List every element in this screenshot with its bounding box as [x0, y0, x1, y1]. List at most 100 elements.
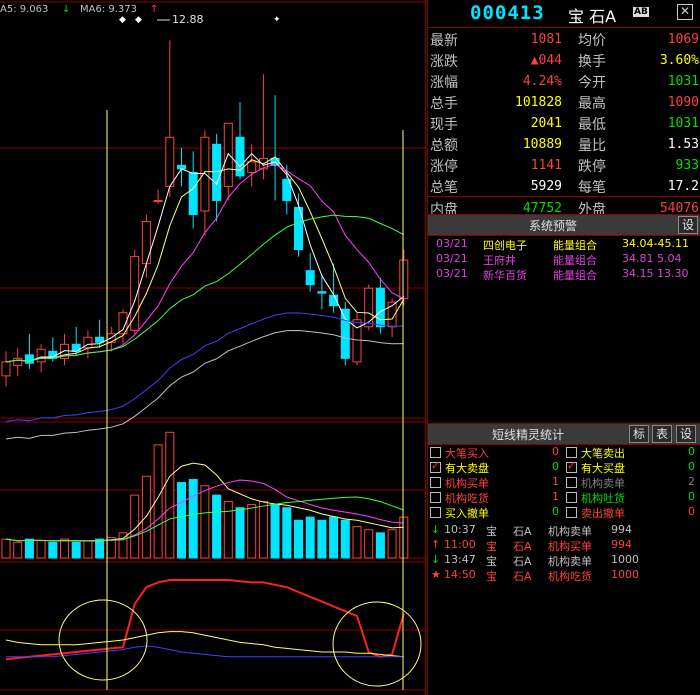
volume-bar[interactable]	[235, 507, 245, 559]
candle-body[interactable]	[13, 357, 23, 366]
volume-bar[interactable]	[387, 529, 397, 559]
candle-body[interactable]	[188, 171, 198, 215]
tick-stock: 宝	[486, 555, 497, 568]
quote-label: 每笔	[578, 180, 606, 196]
candle-body[interactable]	[340, 308, 350, 359]
candle-body[interactable]	[364, 287, 374, 328]
elf-table-button[interactable]: 表	[652, 425, 672, 443]
candle-body[interactable]	[317, 291, 327, 294]
checkbox[interactable]	[430, 477, 441, 488]
checkbox[interactable]	[566, 477, 577, 488]
elf-tick-row[interactable]: ★ 14:50 宝 石A 机构吃货 1000	[428, 568, 700, 583]
checkbox[interactable]	[566, 507, 577, 518]
candle-body[interactable]	[375, 287, 385, 328]
elf-stat[interactable]: 大笔买入 0	[428, 445, 562, 460]
volume-bar[interactable]	[340, 519, 350, 559]
volume-bar[interactable]	[13, 541, 23, 559]
candle-body[interactable]	[71, 343, 81, 352]
elf-stat-count: 2	[688, 475, 695, 488]
elf-mark-button[interactable]: 标	[629, 425, 649, 443]
elf-stat[interactable]: 卖出撤单 0	[564, 505, 698, 520]
elf-stat[interactable]: 机构吐货 0	[564, 490, 698, 505]
checkbox[interactable]	[566, 492, 577, 503]
volume-bar[interactable]	[247, 504, 257, 559]
elf-stat[interactable]: 机构卖单 2	[564, 475, 698, 490]
checkbox[interactable]	[430, 492, 441, 503]
alert-settings-button[interactable]: 设	[678, 216, 698, 234]
alert-panel-header: 系统预警 设	[428, 214, 700, 236]
alert-row[interactable]: 03/21 新华百货 能量组合 34.15 13.30	[428, 266, 700, 282]
ab-badge[interactable]: AB	[633, 7, 649, 17]
volume-bar[interactable]	[270, 504, 280, 559]
elf-stat[interactable]: 买入撤单 0	[428, 505, 562, 520]
volume-bar[interactable]	[317, 519, 327, 559]
event-marker-icon[interactable]: ✦	[273, 15, 281, 25]
volume-bar[interactable]	[141, 475, 151, 559]
candle-body[interactable]	[153, 199, 163, 202]
quote-label: 总笔	[430, 180, 458, 196]
elf-tick-row[interactable]: ↑ 11:00 宝 石A 机构买单 994	[428, 538, 700, 553]
candle-body[interactable]	[36, 348, 46, 363]
candle-body[interactable]	[305, 270, 315, 286]
elf-stat[interactable]: 有大卖盘 0	[428, 459, 562, 475]
volume-bar[interactable]	[305, 516, 315, 559]
volume-bar[interactable]	[188, 478, 198, 559]
elf-stat[interactable]: 机构吃货 1	[428, 490, 562, 505]
volume-bar[interactable]	[24, 538, 34, 559]
candlestick-chart[interactable]: A5: 9.063 ↓ MA6: 9.373 ↑ 12.88 ◆ ◆ ✦	[0, 0, 426, 695]
candle-body[interactable]	[1, 361, 11, 377]
quote-label: 总手	[430, 96, 458, 112]
candle-body[interactable]	[165, 136, 175, 187]
volume-bar[interactable]	[258, 500, 268, 559]
volume-bar[interactable]	[36, 540, 46, 559]
tick-volume: 994	[611, 523, 632, 536]
quote-row: 涨幅 4.24% 今开 1031	[428, 70, 700, 91]
volume-bar[interactable]	[212, 494, 222, 559]
volume-bar[interactable]	[364, 529, 374, 559]
close-icon[interactable]: ✕	[677, 4, 693, 20]
elf-tick-row[interactable]: ↓ 10:37 宝 石A 机构卖单 994	[428, 523, 700, 538]
checkbox[interactable]	[430, 459, 441, 473]
candle-body[interactable]	[141, 221, 151, 265]
candle-body[interactable]	[247, 161, 257, 173]
alert-range: 34.04-45.11	[622, 237, 689, 250]
checkbox[interactable]	[566, 459, 577, 473]
volume-bar[interactable]	[165, 431, 175, 559]
volume-bar[interactable]	[71, 541, 81, 559]
volume-bar[interactable]	[95, 538, 105, 559]
volume-bar[interactable]	[48, 541, 58, 559]
checkbox[interactable]	[430, 447, 441, 458]
checkbox[interactable]	[430, 507, 441, 518]
elf-stat[interactable]: 有大买盘 0	[564, 459, 698, 475]
volume-bar[interactable]	[60, 538, 69, 559]
volume-bar[interactable]	[329, 516, 339, 559]
elf-tick-row[interactable]: ↓ 13:47 宝 石A 机构卖单 1000	[428, 553, 700, 568]
quote-table: 最新 1081 均价 1069 涨跌 ▲044 换手 3.60% 涨幅 4.24% 今开 1031 总手…	[428, 27, 700, 218]
volume-bar[interactable]	[177, 482, 186, 559]
elf-stat[interactable]: 机构买单 1	[428, 475, 562, 490]
candle-body[interactable]	[24, 354, 34, 364]
candle-body[interactable]	[95, 336, 105, 343]
event-marker-icon[interactable]: ◆	[119, 15, 126, 25]
elf-stat[interactable]: 大笔卖出 0	[564, 445, 698, 460]
checkbox[interactable]	[566, 447, 577, 458]
candle-body[interactable]	[212, 143, 222, 201]
elf-stat-count: 0	[552, 445, 559, 458]
alert-row[interactable]: 03/21 四创电子 能量组合 34.04-45.11	[428, 236, 700, 252]
candle-body[interactable]	[399, 259, 409, 300]
volume-bar[interactable]	[83, 540, 93, 559]
volume-bar[interactable]	[294, 519, 303, 559]
volume-bar[interactable]	[282, 507, 292, 559]
tick-time: 13:47	[444, 553, 476, 566]
tick-stock-suffix: 石A	[513, 570, 532, 583]
quote-row: 现手 2041 最低 1031	[428, 112, 700, 133]
volume-bar[interactable]	[352, 526, 362, 559]
volume-bar[interactable]	[375, 532, 385, 559]
volume-bar[interactable]	[200, 485, 210, 559]
volume-bar[interactable]	[223, 500, 233, 559]
elf-settings-button[interactable]: 设	[676, 425, 696, 443]
quote-value: 1069	[667, 32, 699, 47]
alert-row[interactable]: 03/21 王府井 能量组合 34.81 5.04	[428, 251, 700, 267]
volume-bar[interactable]	[1, 538, 11, 559]
event-marker-icon[interactable]: ◆	[135, 15, 142, 25]
